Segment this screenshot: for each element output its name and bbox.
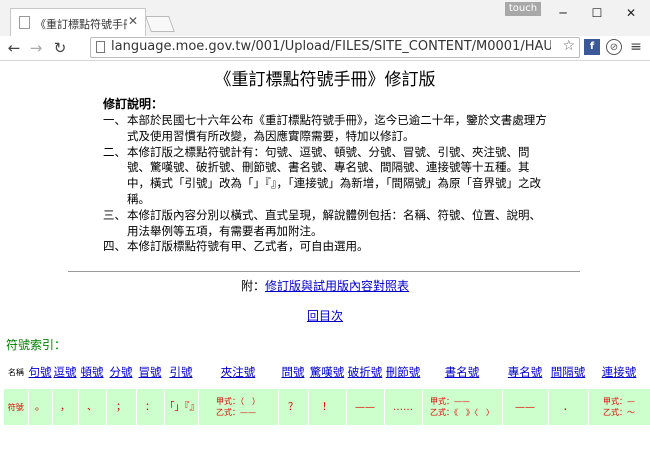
name-row-label: 名稱 [8, 368, 24, 377]
symbol-cell: ！ [308, 389, 347, 425]
symbol-cell: ？ [278, 389, 309, 425]
reload-icon[interactable]: ↻ [50, 38, 70, 58]
note-number: 四、 [103, 239, 126, 254]
index-link[interactable]: 破折號 [348, 365, 383, 379]
page-favicon-icon [19, 16, 30, 29]
note-text: 本修訂版內容分別以橫式、直式呈現，解說體例包括：名稱、符號、位置、說明、用法舉例… [127, 207, 541, 238]
symbol-index-table: 名稱 句號 逗號 頓號 分號 冒號 引號 夾注號 問號 驚嘆號 破折號 刪節號 … [4, 356, 650, 425]
divider [68, 271, 580, 272]
address-bar[interactable]: language.moe.gov.tw/001/Upload/FILES/SIT… [90, 37, 580, 58]
index-link[interactable]: 書名號 [445, 365, 480, 379]
intro-heading: 修訂說明： [103, 97, 164, 111]
index-link[interactable]: 刪節號 [386, 365, 421, 379]
back-to-toc-link[interactable]: 回目次 [307, 309, 343, 323]
symbol-cell: ， [52, 389, 79, 425]
symbol-index-label: 符號索引： [6, 338, 67, 352]
symbol-cell: 、 [78, 389, 107, 425]
note-item: 一、 本部於民國七十六年公布《重訂標點符號手冊》，迄今已逾二十年，鑒於文書處理方… [103, 113, 548, 145]
appendix-line: 附：修訂版與試用版內容對照表 [0, 277, 650, 294]
forward-arrow-icon[interactable]: → [26, 38, 46, 58]
index-link[interactable]: 引號 [170, 365, 193, 379]
symbol-row-label: 符號 [4, 389, 29, 425]
index-link[interactable]: 頓號 [81, 365, 104, 379]
close-window-icon[interactable]: ✕ [616, 4, 646, 22]
url-text: language.moe.gov.tw/001/Upload/FILES/SIT… [111, 39, 551, 54]
symbol-cell: 「」『』 [164, 389, 200, 425]
page-icon [96, 41, 105, 53]
index-link[interactable]: 句號 [29, 365, 52, 379]
symbol-cell: 。 [28, 389, 53, 425]
note-text: 本部於民國七十六年公布《重訂標點符號手冊》，迄今已逾二十年，鑒於文書處理方式及使… [127, 113, 547, 143]
index-link[interactable]: 問號 [282, 365, 305, 379]
bookmark-star-icon[interactable]: ☆ [562, 38, 575, 54]
back-arrow-icon[interactable]: ← [4, 38, 24, 58]
index-link[interactable]: 驚嘆號 [310, 365, 345, 379]
index-link[interactable]: 連接號 [602, 365, 637, 379]
browser-tab[interactable]: 《重訂標點符號手冊》修訂 ✕ [10, 8, 146, 36]
note-text: 本修訂版之標點符號計有：句號、逗號、頓號、分號、冒號、引號、夾注號、問號、驚嘆號… [127, 144, 541, 206]
facebook-extension-icon[interactable]: f [584, 39, 600, 55]
note-number: 一、 [103, 113, 126, 127]
index-link[interactable]: 逗號 [54, 365, 77, 379]
note-number: 二、 [103, 144, 126, 159]
maximize-icon[interactable]: ☐ [582, 4, 612, 22]
symbol-cell: —— [502, 389, 549, 425]
index-symbol-row: 符號 。 ， 、 ； ： 「」『』 甲式：（ ）乙式：—— ？ ！ —— …… … [4, 389, 650, 425]
back-line: 回目次 [0, 307, 650, 324]
page-content: 《重訂標點符號手冊》修訂版 修訂說明： 一、 本部於民國七十六年公布《重訂標點符… [0, 61, 650, 450]
index-link[interactable]: 冒號 [139, 365, 162, 379]
symbol-cell: —— [346, 389, 385, 425]
symbol-cell: ． [548, 389, 589, 425]
index-link[interactable]: 間隔號 [551, 365, 586, 379]
note-item: 二、 本修訂版之標點符號計有：句號、逗號、頓號、分號、冒號、引號、夾注號、問號、… [103, 145, 548, 208]
note-item: 三、 本修訂版內容分別以橫式、直式呈現，解說體例包括：名稱、符號、位置、說明、用… [103, 208, 548, 240]
note-text: 本修訂版標點符號有甲、乙式者，可自由選用。 [127, 239, 369, 254]
note-number: 三、 [103, 207, 126, 222]
symbol-cell: 甲式：（ ）乙式：—— [198, 389, 279, 425]
browser-toolbar: ← → ↻ language.moe.gov.tw/001/Upload/FIL… [0, 36, 650, 61]
appendix-prefix: 附： [240, 279, 265, 293]
close-tab-icon[interactable]: ✕ [128, 14, 138, 28]
index-name-row: 名稱 句號 逗號 頓號 分號 冒號 引號 夾注號 問號 驚嘆號 破折號 刪節號 … [4, 356, 650, 389]
new-tab-button[interactable] [145, 16, 175, 32]
page-title: 《重訂標點符號手冊》修訂版 [214, 70, 436, 90]
symbol-variant: 甲式：（ ）乙式：—— [216, 396, 260, 417]
menu-icon[interactable]: ≡ [628, 39, 644, 55]
touch-badge: touch [505, 2, 541, 16]
symbol-variant: 甲式：—— 乙式：《 》〈 〉 [430, 396, 494, 417]
revision-notes: 一、 本部於民國七十六年公布《重訂標點符號手冊》，迄今已逾二十年，鑒於文書處理方… [103, 113, 548, 255]
minimize-icon[interactable]: ─ [548, 4, 578, 22]
symbol-cell: ； [106, 389, 137, 425]
index-link[interactable]: 分號 [110, 365, 133, 379]
symbol-cell: 甲式：—— 乙式：《 》〈 〉 [422, 389, 503, 425]
symbol-variant: 甲式：— 乙式：～ [603, 396, 635, 417]
blocker-extension-icon[interactable]: ⊘ [606, 39, 622, 55]
title-bar: 《重訂標點符號手冊》修訂 ✕ touch ─ ☐ ✕ [0, 0, 650, 36]
note-item: 四、 本修訂版標點符號有甲、乙式者，可自由選用。 [103, 239, 548, 255]
tab-title: 《重訂標點符號手冊》修訂 [35, 18, 127, 31]
compare-table-link[interactable]: 修訂版與試用版內容對照表 [265, 279, 409, 293]
index-link[interactable]: 夾注號 [221, 365, 256, 379]
symbol-cell: 甲式：— 乙式：～ [588, 389, 650, 425]
symbol-cell: ： [136, 389, 165, 425]
symbol-cell: …… [384, 389, 423, 425]
index-link[interactable]: 專名號 [508, 365, 543, 379]
